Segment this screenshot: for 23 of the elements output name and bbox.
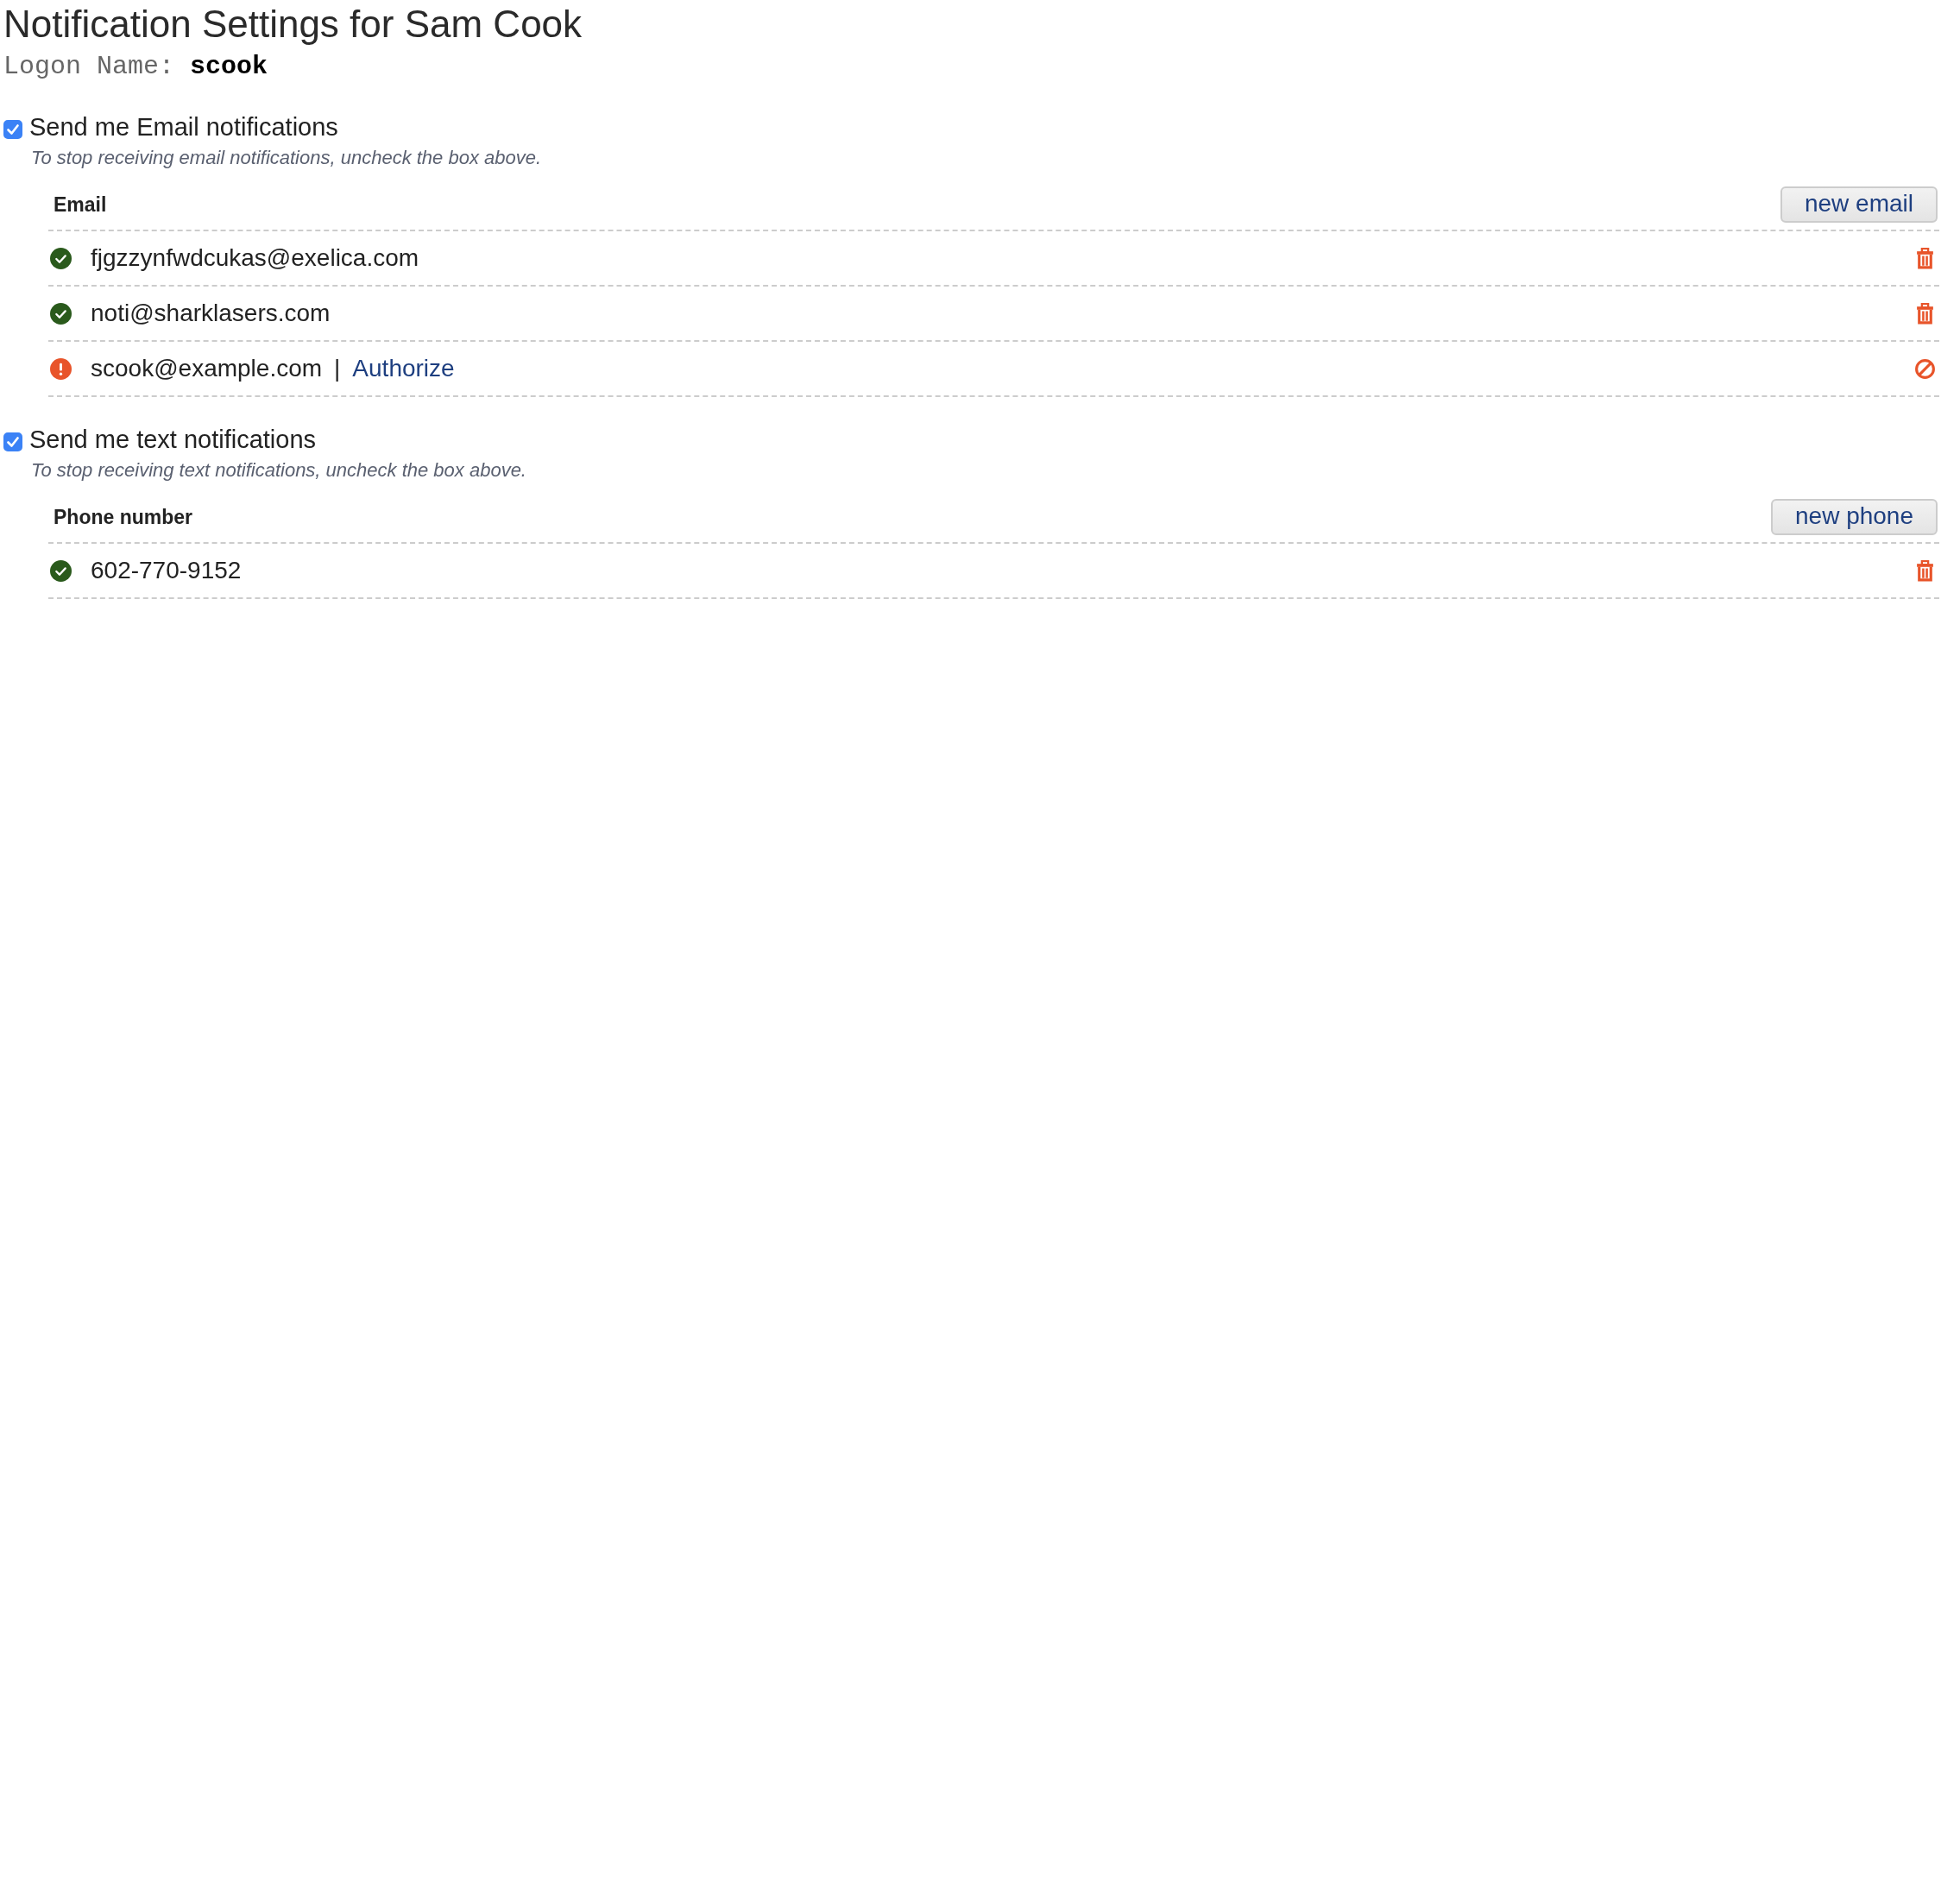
hint-text: To stop receiving text notifications, uncheck the box above. (31, 458, 527, 483)
checkbox[interactable] (3, 120, 22, 139)
contact-value: 602-770-9152 (91, 557, 242, 584)
add-button[interactable]: new phone (1771, 499, 1938, 535)
authorize-link[interactable]: Authorize (352, 355, 455, 382)
delete-icon[interactable] (1914, 302, 1936, 325)
page-title: Notification Settings for Sam Cook (3, 2, 583, 47)
delete-icon[interactable] (1914, 247, 1936, 269)
hint-text: To stop receiving email notifications, uncheck the box above. (31, 146, 543, 170)
column-header: Phone number (54, 505, 192, 529)
delete-icon[interactable] (1914, 559, 1936, 582)
blocked-icon[interactable] (1914, 357, 1936, 380)
logon-value: scook (190, 52, 268, 81)
contact-value: fjgzzynfwdcukas@exelica.com (91, 244, 419, 272)
column-header: Email (54, 192, 107, 217)
add-button[interactable]: new email (1780, 186, 1938, 223)
checkbox-label: Send me text notifications (29, 425, 317, 455)
contact-value: noti@sharklasers.com (91, 300, 331, 327)
separator: | (334, 355, 341, 382)
logon-label: Logon Name: (3, 52, 175, 81)
checkbox[interactable] (3, 432, 22, 451)
checkbox-label: Send me Email notifications (29, 112, 338, 142)
contact-value: scook@example.com (91, 355, 323, 382)
